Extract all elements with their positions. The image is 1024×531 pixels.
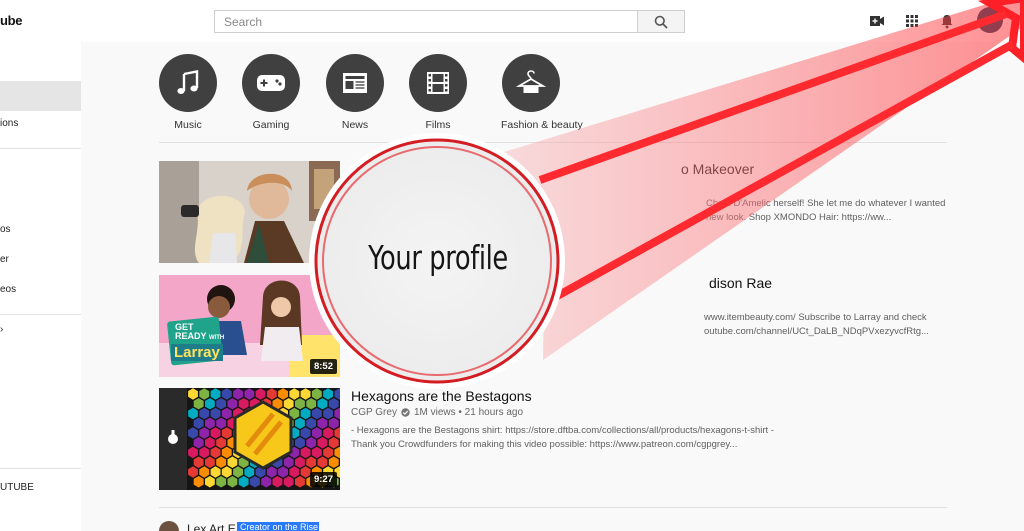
- sidebar-item-label[interactable]: er: [0, 254, 9, 265]
- apps-button[interactable]: [903, 12, 921, 30]
- video-title[interactable]: Hexagons are the Bestagons: [351, 388, 532, 404]
- category-label: News: [341, 119, 369, 131]
- sidebar-item-home[interactable]: [0, 81, 81, 111]
- search-input[interactable]: [215, 11, 637, 32]
- sidebar-item-label[interactable]: ›: [0, 324, 3, 335]
- gamepad-icon: [257, 75, 285, 91]
- sidebar-divider: [0, 314, 81, 315]
- video-description: Charli D'Amelic herself! She let me do w…: [706, 197, 966, 225]
- notifications-button[interactable]: [938, 12, 956, 30]
- video-description: www.itembeauty.com/ Subscribe to Larray …: [704, 311, 954, 339]
- video-description-line: new look. Shop XMONDO Hair: https://ww..…: [706, 212, 892, 223]
- category-gaming[interactable]: Gaming: [241, 54, 301, 131]
- video-title[interactable]: o Makeover: [681, 161, 754, 177]
- search-icon: [654, 15, 668, 29]
- channel-name[interactable]: CGP Grey: [351, 407, 397, 418]
- category-news[interactable]: News: [325, 54, 385, 131]
- youtube-logo[interactable]: ube: [0, 13, 23, 28]
- video-item[interactable]: 9:27 Hexagons are the Bestagons CGP Grey…: [159, 388, 947, 490]
- search-button[interactable]: [637, 10, 685, 33]
- thumbnail-text: Larray: [171, 344, 223, 361]
- video-title[interactable]: dison Rae: [709, 275, 772, 291]
- video-description-line: - Hexagons are the Bestagons shirt: http…: [351, 425, 774, 436]
- sidebar-divider: [0, 148, 81, 149]
- category-fashion-beauty[interactable]: Fashion & beauty: [501, 54, 583, 131]
- divider: [159, 507, 947, 508]
- sidebar: ions os er eos › UTUBE: [0, 42, 81, 531]
- avatar[interactable]: [977, 7, 1003, 33]
- video-title[interactable]: C: [351, 161, 361, 177]
- sidebar-item-label[interactable]: eos: [0, 284, 16, 295]
- search-box[interactable]: [214, 10, 638, 33]
- sidebar-item-label[interactable]: ions: [0, 118, 18, 129]
- video-duration: 8:52: [309, 359, 337, 374]
- video-description-line: outube.com/channel/UCt_DaLB_NDqPVxezyvcf…: [704, 326, 929, 337]
- verified-check-icon: [401, 408, 410, 417]
- callout-text: Your profile: [368, 238, 508, 277]
- status-badge: Creator on the Rise: [237, 522, 319, 531]
- video-thumbnail[interactable]: 9:27: [159, 388, 340, 490]
- film-icon: [427, 72, 449, 94]
- thumbnail-text: READY: [175, 331, 207, 341]
- sidebar-item-label[interactable]: os: [0, 224, 11, 235]
- hanger-icon: [516, 70, 546, 93]
- category-label: Music: [174, 119, 202, 131]
- category-films[interactable]: Films: [408, 54, 468, 131]
- notifications-bell-icon: [941, 14, 953, 28]
- category-label: Films: [425, 119, 451, 131]
- channel-name[interactable]: Lex Art E: [187, 522, 236, 531]
- video-description: - Hexagons are the Bestagons shirt: http…: [351, 424, 801, 452]
- video-description-line: Charli D'Amelic herself! She let me do w…: [706, 198, 946, 209]
- video-stats: 1M views • 21 hours ago: [413, 407, 524, 418]
- video-item[interactable]: GET READY WITH Larray 8:52 dison Rae www…: [159, 275, 947, 377]
- category-label: Gaming: [252, 119, 290, 131]
- category-music[interactable]: Music: [158, 54, 218, 131]
- video-description-line: www.itembeauty.com/ Subscribe to Larray …: [704, 312, 927, 323]
- create-video-button[interactable]: [868, 12, 886, 30]
- newspaper-icon: [343, 73, 367, 93]
- sidebar-item-label[interactable]: UTUBE: [0, 482, 34, 493]
- apps-grid-icon: [906, 15, 918, 27]
- video-thumbnail[interactable]: [159, 161, 340, 263]
- sidebar-divider: [0, 468, 81, 469]
- video-duration: 9:27: [309, 472, 337, 487]
- video-meta: CGP Grey 1M views • 21 hours ago: [351, 407, 523, 418]
- divider: [159, 142, 947, 143]
- category-label: Fashion & beauty: [501, 119, 583, 131]
- create-video-icon: [870, 16, 884, 26]
- video-item[interactable]: C o Makeover Charli D'Amelic herself! Sh…: [159, 161, 947, 263]
- video-thumbnail[interactable]: GET READY WITH Larray 8:52: [159, 275, 340, 377]
- top-header: ube: [0, 0, 1024, 42]
- avatar[interactable]: [159, 521, 179, 531]
- music-note-icon: [177, 70, 199, 94]
- thumbnail-text: WITH: [208, 335, 225, 341]
- video-description-line: Thank you Crowdfunders for making this v…: [351, 439, 738, 450]
